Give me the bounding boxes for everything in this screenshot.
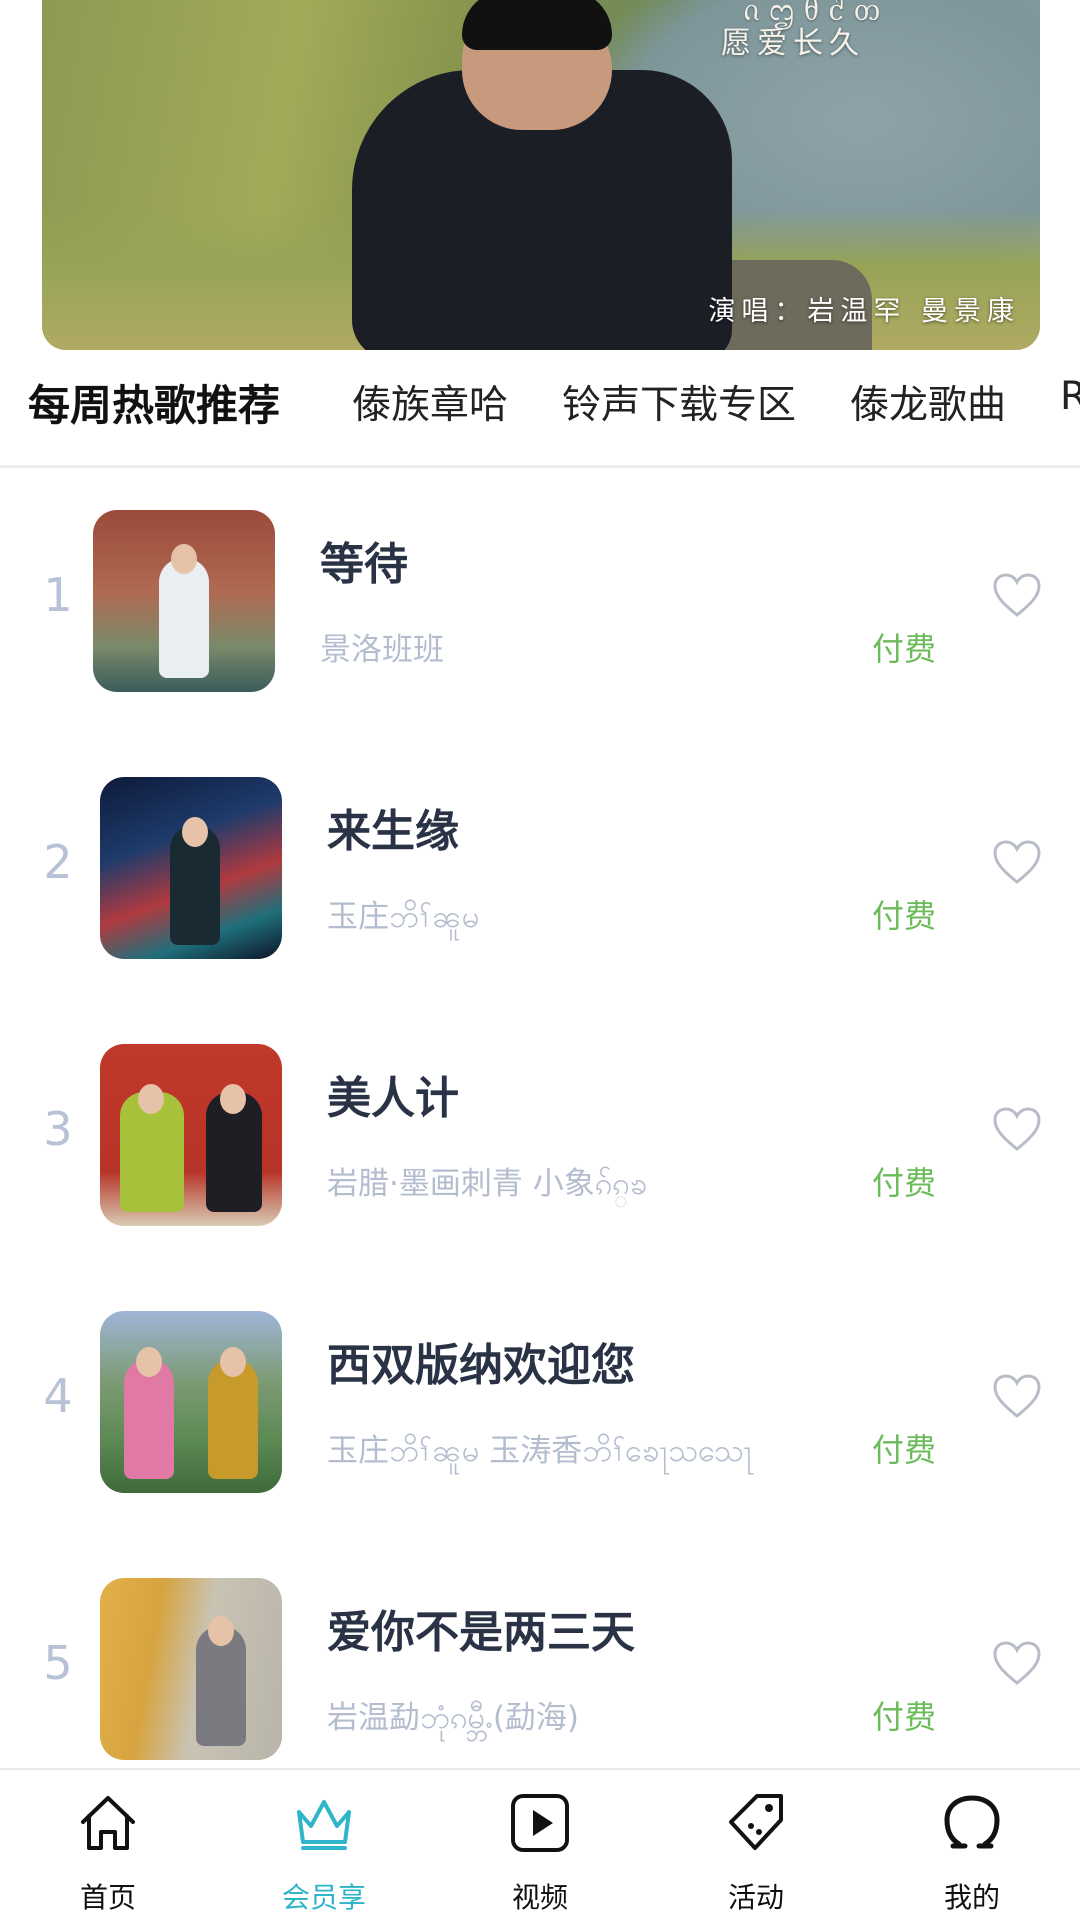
paid-badge: 付费 <box>872 1164 937 1202</box>
paid-badge: 付费 <box>872 630 937 668</box>
nav-label: 活动 <box>727 1881 784 1914</box>
song-cover <box>100 1044 282 1226</box>
tab-dailong-songs[interactable]: 傣龙歌曲 <box>850 374 1006 430</box>
tab-dai-zhangha[interactable]: 傣族章哈 <box>352 374 508 430</box>
song-row-3[interactable]: 3 美人计 岩腊·墨画刺青 小象ၵ်ၵ္ၶ 付费 <box>0 1002 1080 1268</box>
nav-profile[interactable]: 我的 <box>864 1770 1080 1922</box>
song-artist: 景洛班班 <box>320 632 444 668</box>
rank-number: 2 <box>43 835 73 889</box>
rank-number: 5 <box>43 1636 73 1690</box>
home-icon <box>81 1796 135 1850</box>
song-row-4[interactable]: 4 西双版纳欢迎您 玉庄ဘိၢ်ၼူမ 玉涛香ဘိၢ်ၶေႃသသေႃ 付费 <box>0 1269 1080 1535</box>
banner-image[interactable]: ᦵᦗᦲᦺᦎ 愿爱长久 演唱：岩温罕 曼景康 <box>42 0 1040 350</box>
play-icon <box>511 1794 569 1852</box>
rank-number: 4 <box>43 1369 73 1423</box>
profile-icon <box>944 1795 1000 1849</box>
song-cover <box>93 510 275 692</box>
nav-activity[interactable]: 活动 <box>648 1770 864 1922</box>
song-artist: 玉庄ဘိၢ်ၼူမ <box>327 899 480 935</box>
banner-subtitle: 愿爱长久 <box>721 26 865 61</box>
tab-weekly-hits[interactable]: 每周热歌推荐 <box>28 372 280 433</box>
song-title: 美人计 <box>327 1073 459 1124</box>
tag-icon <box>729 1794 783 1850</box>
rank-number: 3 <box>43 1102 73 1156</box>
crown-icon <box>297 1800 351 1850</box>
song-title: 来生缘 <box>327 806 459 857</box>
song-row-1[interactable]: 1 等待 景洛班班 付费 <box>0 468 1080 734</box>
heart-icon[interactable] <box>992 1373 1042 1419</box>
banner-singer-credit: 演唱：岩温罕 曼景康 <box>708 296 1020 327</box>
banner-singer-figure <box>192 0 872 350</box>
nav-membership[interactable]: 会员享 <box>216 1770 432 1922</box>
song-title: 西双版纳欢迎您 <box>327 1340 635 1391</box>
song-cover <box>100 777 282 959</box>
heart-icon[interactable] <box>992 1640 1042 1686</box>
bottom-nav: 首页 会员享 视频 活动 我的 <box>0 1768 1080 1922</box>
nav-label: 会员享 <box>281 1881 366 1914</box>
song-cover <box>100 1311 282 1493</box>
song-row-5[interactable]: 5 爱你不是两三天 岩温勐ဘုံၵမ္ဘီႉ(勐海) 付费 <box>0 1536 1080 1802</box>
tab-ringtone-download[interactable]: 铃声下载专区 <box>562 374 796 430</box>
song-artist: 岩腊·墨画刺青 小象ၵ်ၵ္ၶ <box>327 1166 648 1202</box>
paid-badge: 付费 <box>872 1431 937 1469</box>
rank-number: 1 <box>43 568 73 622</box>
nav-home[interactable]: 首页 <box>0 1770 216 1922</box>
song-title: 爱你不是两三天 <box>327 1607 635 1658</box>
song-title: 等待 <box>320 539 408 590</box>
paid-badge: 付费 <box>872 897 937 935</box>
nav-video[interactable]: 视频 <box>432 1770 648 1922</box>
tab-more[interactable]: R <box>1060 374 1080 419</box>
song-artist: 玉庄ဘိၢ်ၼူမ 玉涛香ဘိၢ်ၶေႃသသေႃ <box>327 1433 753 1469</box>
heart-icon[interactable] <box>992 839 1042 885</box>
paid-badge: 付费 <box>872 1698 937 1736</box>
song-cover <box>100 1578 282 1760</box>
heart-icon[interactable] <box>992 572 1042 618</box>
song-row-2[interactable]: 2 来生缘 玉庄ဘိၢ်ၼူမ 付费 <box>0 735 1080 1001</box>
nav-label: 我的 <box>943 1881 1000 1914</box>
category-tabs: 每周热歌推荐 傣族章哈 铃声下载专区 傣龙歌曲 R <box>0 350 1080 468</box>
nav-label: 首页 <box>79 1881 136 1914</box>
song-artist: 岩温勐ဘုံၵမ္ဘီႉ(勐海) <box>327 1700 580 1736</box>
nav-label: 视频 <box>511 1881 568 1914</box>
heart-icon[interactable] <box>992 1106 1042 1152</box>
